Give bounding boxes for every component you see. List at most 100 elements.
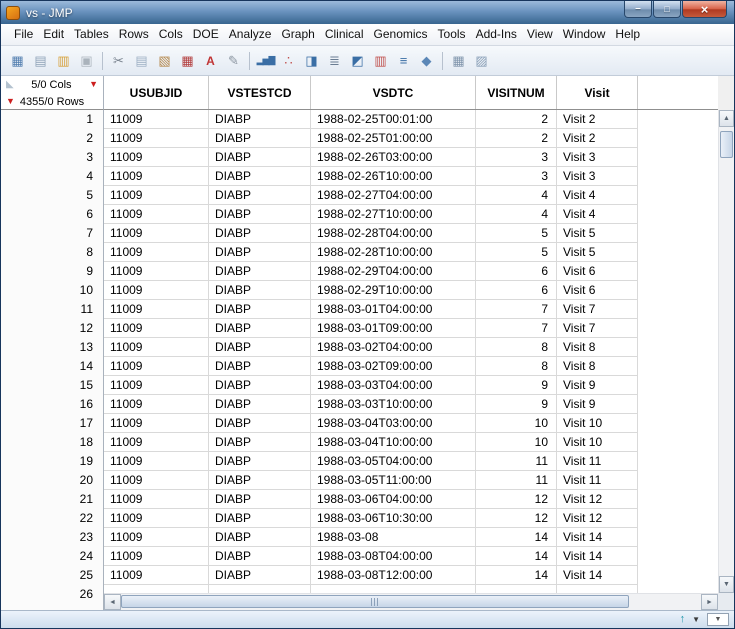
cell[interactable]: Visit 2 xyxy=(557,129,638,148)
save-icon[interactable]: ▣ xyxy=(75,50,98,71)
cell[interactable]: 2 xyxy=(476,110,557,129)
cell[interactable]: DIABP xyxy=(209,338,311,357)
cell[interactable] xyxy=(311,585,476,593)
row-number[interactable]: 26 xyxy=(1,585,103,604)
menu-window[interactable]: Window xyxy=(558,24,611,45)
cell[interactable]: 11009 xyxy=(104,110,209,129)
cell[interactable]: Visit 8 xyxy=(557,338,638,357)
cell[interactable]: DIABP xyxy=(209,224,311,243)
title-bar[interactable]: vs - JMP – □ × xyxy=(1,1,734,24)
menu-tables[interactable]: Tables xyxy=(69,24,114,45)
cell[interactable]: DIABP xyxy=(209,243,311,262)
cell[interactable]: Visit 3 xyxy=(557,167,638,186)
close-button[interactable]: × xyxy=(682,1,727,18)
cell[interactable]: 1988-02-27T10:00:00 xyxy=(311,205,476,224)
cell[interactable]: 11009 xyxy=(104,414,209,433)
menu-graph[interactable]: Graph xyxy=(276,24,319,45)
annotate-icon[interactable]: ✎ xyxy=(222,50,245,71)
cell[interactable]: Visit 7 xyxy=(557,300,638,319)
cell[interactable]: 11009 xyxy=(104,338,209,357)
rows-red-triangle-menu-icon[interactable]: ▼ xyxy=(6,97,15,106)
matched-pairs-icon[interactable]: ◨ xyxy=(300,50,323,71)
cell[interactable]: Visit 11 xyxy=(557,452,638,471)
open-icon[interactable]: ▥ xyxy=(52,50,75,71)
cell[interactable]: 1988-02-25T00:01:00 xyxy=(311,110,476,129)
column-header-usubjid[interactable]: USUBJID xyxy=(104,76,209,109)
multivariate-icon[interactable]: ◩ xyxy=(346,50,369,71)
cell[interactable]: 5 xyxy=(476,243,557,262)
cell[interactable]: 6 xyxy=(476,281,557,300)
row-number[interactable]: 15 xyxy=(1,376,103,395)
cell[interactable]: 11009 xyxy=(104,433,209,452)
row-number[interactable]: 4 xyxy=(1,167,103,186)
cell[interactable]: 11009 xyxy=(104,566,209,585)
cell[interactable]: Visit 9 xyxy=(557,376,638,395)
cell[interactable]: 11009 xyxy=(104,547,209,566)
cell[interactable]: 11009 xyxy=(104,452,209,471)
row-number[interactable]: 19 xyxy=(1,452,103,471)
cell[interactable]: 1988-03-03T04:00:00 xyxy=(311,376,476,395)
row-number[interactable]: 18 xyxy=(1,433,103,452)
fit-y-by-x-icon[interactable]: ∴ xyxy=(277,50,300,71)
row-number[interactable]: 6 xyxy=(1,205,103,224)
cell[interactable]: 1988-03-08 xyxy=(311,528,476,547)
cell[interactable]: DIABP xyxy=(209,452,311,471)
cell[interactable]: DIABP xyxy=(209,186,311,205)
cell[interactable]: 1988-03-04T10:00:00 xyxy=(311,433,476,452)
row-number[interactable]: 1 xyxy=(1,110,103,129)
maximize-button[interactable]: □ xyxy=(653,1,681,18)
cell[interactable]: DIABP xyxy=(209,547,311,566)
distribution-icon[interactable]: ▂▅▇ xyxy=(254,50,277,71)
cell[interactable]: 1988-02-25T01:00:00 xyxy=(311,129,476,148)
row-number[interactable]: 13 xyxy=(1,338,103,357)
cell[interactable]: 11 xyxy=(476,452,557,471)
cell[interactable]: 11009 xyxy=(104,300,209,319)
cell[interactable]: 1988-03-02T09:00:00 xyxy=(311,357,476,376)
vertical-scrollbar[interactable]: ▲ ▼ xyxy=(718,110,734,593)
column-header-visitnum[interactable]: VISITNUM xyxy=(476,76,557,109)
cell[interactable]: 10 xyxy=(476,433,557,452)
cell-plot-icon[interactable]: ▥ xyxy=(369,50,392,71)
cell[interactable]: Visit 6 xyxy=(557,262,638,281)
row-number[interactable]: 12 xyxy=(1,319,103,338)
cell[interactable]: DIABP xyxy=(209,319,311,338)
cell[interactable]: 1988-03-08T04:00:00 xyxy=(311,547,476,566)
cell[interactable]: 1988-03-01T09:00:00 xyxy=(311,319,476,338)
cell[interactable]: DIABP xyxy=(209,566,311,585)
cell[interactable]: Visit 8 xyxy=(557,357,638,376)
hierarchical-cluster-icon[interactable]: ≡ xyxy=(392,50,415,71)
cell[interactable]: DIABP xyxy=(209,129,311,148)
cell[interactable]: Visit 2 xyxy=(557,110,638,129)
cell[interactable]: Visit 11 xyxy=(557,471,638,490)
cell[interactable]: 1988-03-05T04:00:00 xyxy=(311,452,476,471)
columns-red-triangle-menu-icon[interactable]: ▼ xyxy=(89,80,98,89)
cut-icon[interactable]: ✂ xyxy=(107,50,130,71)
scroll-right-button[interactable]: ► xyxy=(701,594,718,610)
cell[interactable]: 1988-03-02T04:00:00 xyxy=(311,338,476,357)
menu-file[interactable]: File xyxy=(9,24,38,45)
cell[interactable]: DIABP xyxy=(209,357,311,376)
scroll-left-button[interactable]: ◄ xyxy=(104,594,121,610)
horizontal-scrollbar-thumb[interactable] xyxy=(121,595,629,608)
cell[interactable]: 1988-03-04T03:00:00 xyxy=(311,414,476,433)
vertical-scrollbar-track[interactable] xyxy=(719,127,734,576)
cell[interactable]: Visit 12 xyxy=(557,490,638,509)
cell[interactable]: Visit 7 xyxy=(557,319,638,338)
menu-cols[interactable]: Cols xyxy=(154,24,188,45)
cell[interactable]: Visit 5 xyxy=(557,243,638,262)
cell[interactable]: Visit 14 xyxy=(557,566,638,585)
horizontal-scrollbar[interactable]: ◄ ► xyxy=(104,593,718,610)
cell[interactable]: 11009 xyxy=(104,224,209,243)
cell[interactable]: 11009 xyxy=(104,281,209,300)
cell[interactable]: 10 xyxy=(476,414,557,433)
cell[interactable]: 14 xyxy=(476,528,557,547)
cell[interactable]: 11009 xyxy=(104,148,209,167)
column-header-vstestcd[interactable]: VSTESTCD xyxy=(209,76,311,109)
column-header-vsdtc[interactable]: VSDTC xyxy=(311,76,476,109)
cell[interactable]: 11009 xyxy=(104,243,209,262)
cell[interactable]: Visit 10 xyxy=(557,414,638,433)
cell[interactable]: 3 xyxy=(476,167,557,186)
cell[interactable]: 11009 xyxy=(104,528,209,547)
copy-icon[interactable]: ▤ xyxy=(130,50,153,71)
cell[interactable]: 2 xyxy=(476,129,557,148)
